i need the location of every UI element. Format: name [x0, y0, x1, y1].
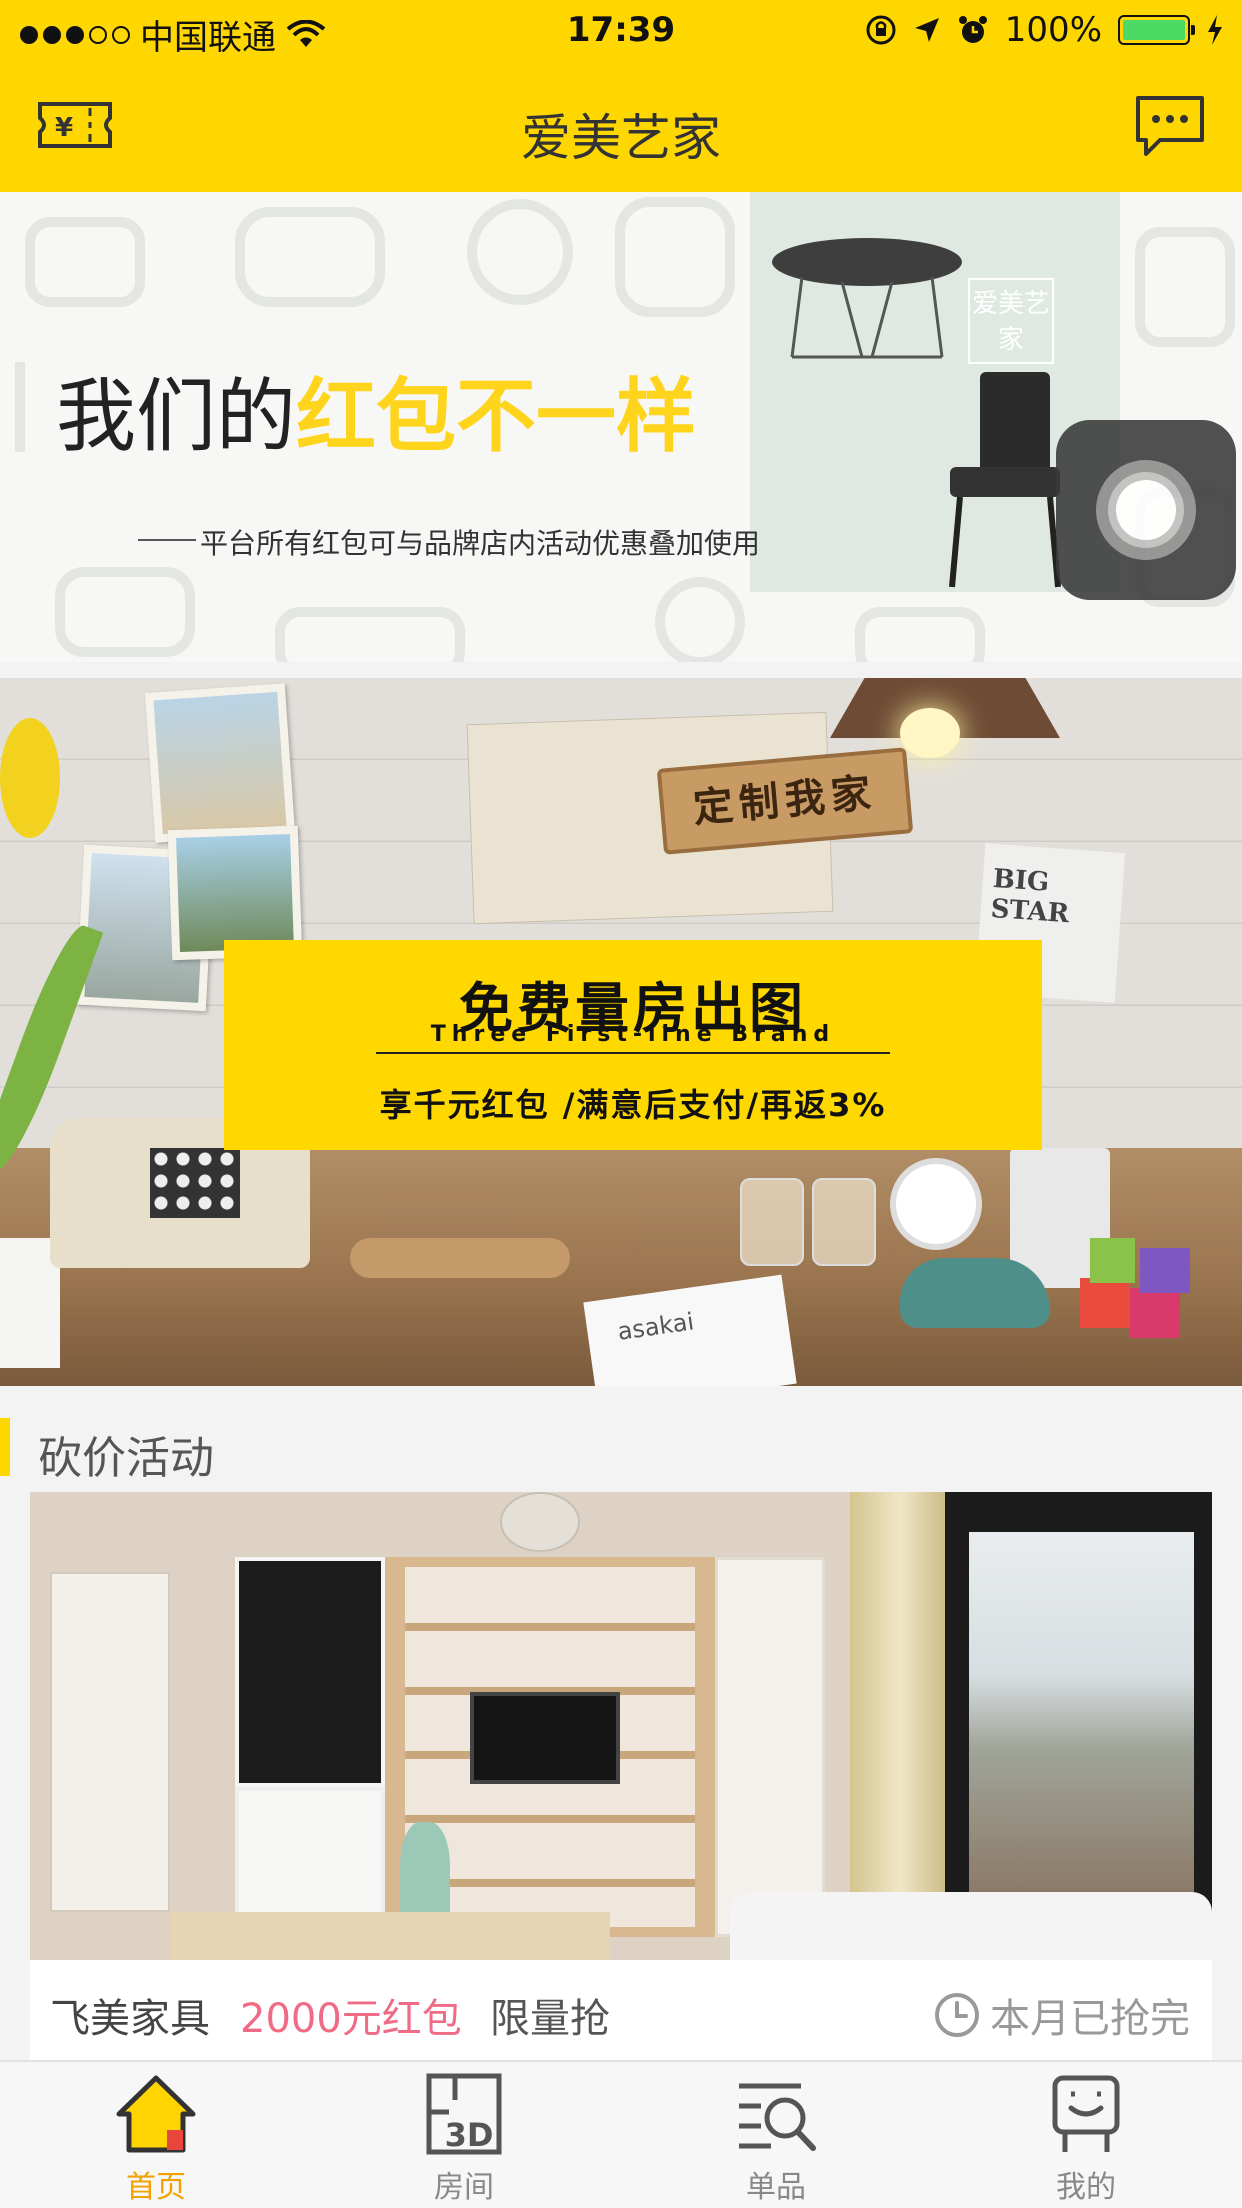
door-illustration	[50, 1572, 170, 1912]
charging-bolt-icon	[1208, 15, 1222, 45]
callout-divider	[376, 1052, 890, 1054]
nav-bar: ¥ 爱美艺家	[0, 60, 1242, 192]
side-cabinet-illustration	[715, 1557, 825, 1937]
window-illustration	[945, 1492, 1212, 1960]
section-title: 砍价活动	[38, 1433, 214, 1484]
round-table-illustration	[772, 238, 962, 359]
callout-english: Three First-line Brand	[430, 1022, 836, 1047]
tv-illustration	[470, 1692, 620, 1784]
orientation-lock-icon	[866, 15, 896, 45]
page-title: 爱美艺家	[521, 109, 721, 167]
tab-bar: 首页 3D 房间 单品 我的	[0, 2060, 1242, 2208]
card-amount: 2000元红包	[240, 1996, 462, 2042]
assistive-touch-icon[interactable]	[1056, 420, 1236, 600]
tab-products-label: 单品	[746, 2170, 806, 2205]
sofa-illustration	[730, 1892, 1212, 1960]
yellow-flower-illustration	[0, 718, 60, 838]
tab-home[interactable]: 首页	[76, 2072, 236, 2206]
free-measure-callout: 免费量房出图 Three First-line Brand 享千元红包 /满意后…	[224, 940, 1042, 1150]
photo-card-church	[144, 683, 296, 843]
home-icon	[116, 2075, 196, 2153]
card-status: 本月已抢完	[934, 1986, 1190, 2044]
tab-profile-label: 我的	[1056, 2170, 1116, 2205]
promo-banner-free-measure[interactable]: 定制我家 BIG STAR asakai 免费量房出图 Three First-…	[0, 678, 1242, 1386]
banner-subtitle: 平台所有红包可与品牌店内活动优惠叠加使用	[137, 522, 760, 562]
card-limit: 限量抢	[490, 1996, 610, 2042]
alarm-clock-illustration	[890, 1158, 982, 1250]
card-status-text: 本月已抢完	[990, 1996, 1190, 2042]
card-footer: 飞美家具 2000元红包 限量抢 本月已抢完	[30, 1960, 1212, 2060]
lamp-bulb-illustration	[900, 708, 960, 758]
status-right: 100%	[865, 10, 1224, 50]
candy-jar-illustration	[740, 1178, 804, 1266]
coffee-table-illustration	[170, 1912, 610, 1960]
tab-room-label: 房间	[434, 2170, 494, 2205]
hairbrush-illustration	[350, 1238, 570, 1278]
notepad-text: asakai	[615, 1307, 696, 1346]
callout-subtitle: 享千元红包 /满意后支付/再返3%	[379, 1086, 887, 1124]
section-accent-bar	[0, 1418, 10, 1476]
tab-home-label: 首页	[126, 2170, 186, 2205]
room-3d-icon-text: 3D	[445, 2116, 494, 2154]
tab-products[interactable]: 单品	[696, 2072, 856, 2206]
toy-car-illustration	[900, 1258, 1050, 1328]
room-3d-icon: 3D	[426, 2073, 502, 2155]
battery-icon	[1118, 15, 1195, 45]
message-chat-icon[interactable]	[1134, 94, 1206, 160]
ceiling-light-illustration	[500, 1492, 580, 1552]
section-header-bargain: 砍价活动	[0, 1400, 1242, 1492]
alarm-clock-icon	[958, 16, 987, 43]
curtain-illustration	[850, 1492, 950, 1960]
battery-percent: 100%	[1004, 10, 1102, 50]
candy-jar-illustration	[812, 1178, 876, 1266]
toy-blocks-illustration	[1080, 1238, 1190, 1338]
card-brand: 飞美家具	[50, 1996, 210, 2042]
brand-seal: 爱美艺家	[968, 278, 1054, 364]
dark-wardrobe-illustration	[235, 1557, 385, 1787]
banner-headline-highlight: 红包不一样	[296, 370, 696, 463]
living-room-photo	[30, 1492, 1212, 1960]
banner-headline-plain: 我们的	[56, 370, 296, 463]
bargain-activity-card[interactable]: 飞美家具 2000元红包 限量抢 本月已抢完	[30, 1492, 1212, 2060]
profile-icon	[1052, 2075, 1120, 2152]
tab-profile[interactable]: 我的	[1006, 2072, 1166, 2206]
product-search-icon	[739, 2083, 816, 2151]
banner-headline: 我们的红包不一样	[56, 352, 696, 468]
location-arrow-icon	[914, 18, 939, 42]
clock-icon	[935, 1993, 979, 2037]
promo-banner-red-envelope[interactable]: 爱美艺家 我们的红包不一样 平台所有红包可与品牌店内活动优惠叠加使用	[0, 192, 1242, 662]
tab-room[interactable]: 3D 房间	[384, 2072, 544, 2206]
status-bar: 中国联通 17:39 100%	[0, 0, 1242, 60]
